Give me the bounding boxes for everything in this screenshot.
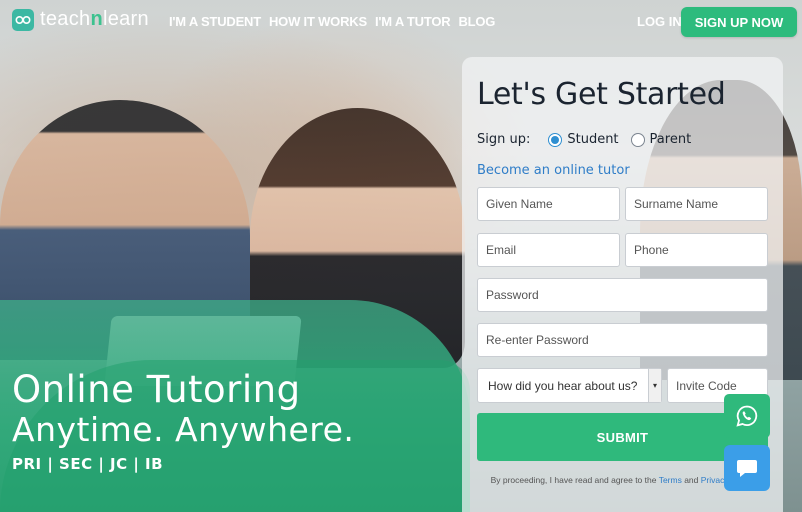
password-input[interactable] (477, 278, 768, 312)
signup-form: Let's Get Started Sign up: Student Paren… (462, 57, 783, 512)
chat-bubble-icon (737, 460, 757, 477)
student-radio-label[interactable]: Student (567, 132, 618, 147)
given-name-input[interactable] (477, 187, 620, 221)
logo-text: teachnlearn (40, 8, 149, 30)
repassword-input[interactable] (477, 323, 768, 357)
nav-links: I'M A STUDENT HOW IT WORKS I'M A TUTOR B… (169, 14, 495, 29)
form-title: Let's Get Started (477, 77, 726, 112)
hear-about-select[interactable]: How did you hear about us? ▾ (477, 368, 662, 403)
whatsapp-button[interactable] (724, 394, 770, 438)
signup-label: Sign up: (477, 132, 531, 147)
role-selector: Sign up: Student Parent (477, 132, 691, 147)
login-link[interactable]: LOG IN (637, 14, 682, 29)
student-radio[interactable] (548, 132, 563, 147)
chevron-down-icon: ▾ (648, 369, 661, 402)
become-tutor-link[interactable]: Become an online tutor (477, 163, 630, 178)
hear-about-value: How did you hear about us? (488, 378, 638, 393)
logo-icon (12, 8, 34, 31)
hero-levels: PRI | SEC | JC | IB (12, 455, 164, 473)
parent-radio-label[interactable]: Parent (650, 132, 692, 147)
nav-link-blog[interactable]: BLOG (458, 14, 495, 29)
surname-input[interactable] (625, 187, 768, 221)
email-input[interactable] (477, 233, 620, 267)
phone-input[interactable] (625, 233, 768, 267)
nav-link-how-it-works[interactable]: HOW IT WORKS (269, 14, 367, 29)
logo[interactable]: teachnlearn (12, 8, 149, 31)
nav-link-student[interactable]: I'M A STUDENT (169, 14, 261, 29)
terms-link[interactable]: Terms (659, 475, 682, 485)
hero-headline: Online Tutoring (12, 368, 301, 411)
chat-button[interactable] (724, 445, 770, 491)
signup-button[interactable]: SIGN UP NOW (681, 7, 797, 37)
top-navigation: teachnlearn I'M A STUDENT HOW IT WORKS I… (0, 0, 802, 44)
nav-link-tutor[interactable]: I'M A TUTOR (375, 14, 451, 29)
hero-subheadline: Anytime. Anywhere. (12, 410, 355, 449)
parent-radio[interactable] (630, 132, 645, 147)
terms-text: By proceeding, I have read and agree to … (482, 474, 764, 487)
whatsapp-icon (736, 405, 758, 427)
